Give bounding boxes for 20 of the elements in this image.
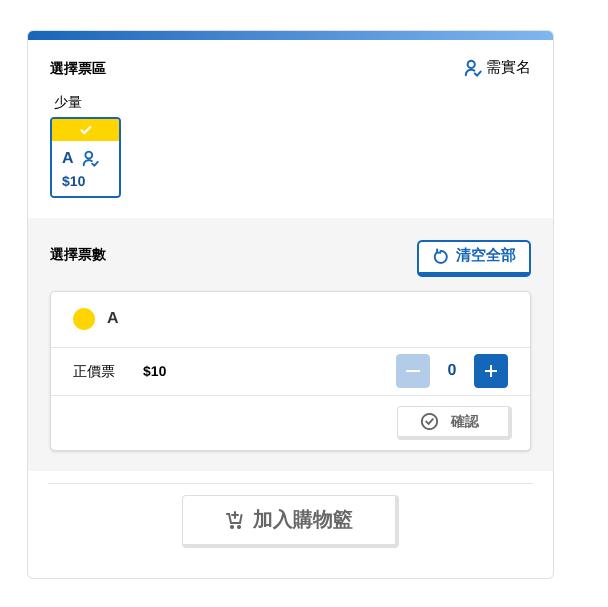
section-title: 選擇票數 [50, 244, 106, 264]
person-check-icon [464, 59, 482, 78]
zone-option[interactable]: A $10 [50, 116, 121, 198]
clear-all-button[interactable]: 清空全部 [417, 240, 531, 276]
minus-icon [406, 370, 420, 372]
ticket-count: 0 [446, 361, 458, 381]
plus-icon [483, 363, 499, 379]
ticket-price: $10 [143, 362, 166, 380]
zone-name: A [107, 309, 119, 329]
group-label: 少量 [53, 92, 83, 112]
check-circle-icon [420, 412, 439, 430]
zone-price: $10 [61, 172, 86, 190]
section-title: 選擇票區 [50, 58, 106, 78]
reset-icon [432, 248, 449, 265]
real-name-label: 需實名 [486, 58, 531, 78]
cart-plus-icon [225, 510, 245, 530]
person-check-icon [82, 150, 99, 167]
ticket-type: 正價票 [73, 362, 116, 380]
zone-label: A [62, 148, 74, 168]
plus-button[interactable] [474, 354, 508, 388]
